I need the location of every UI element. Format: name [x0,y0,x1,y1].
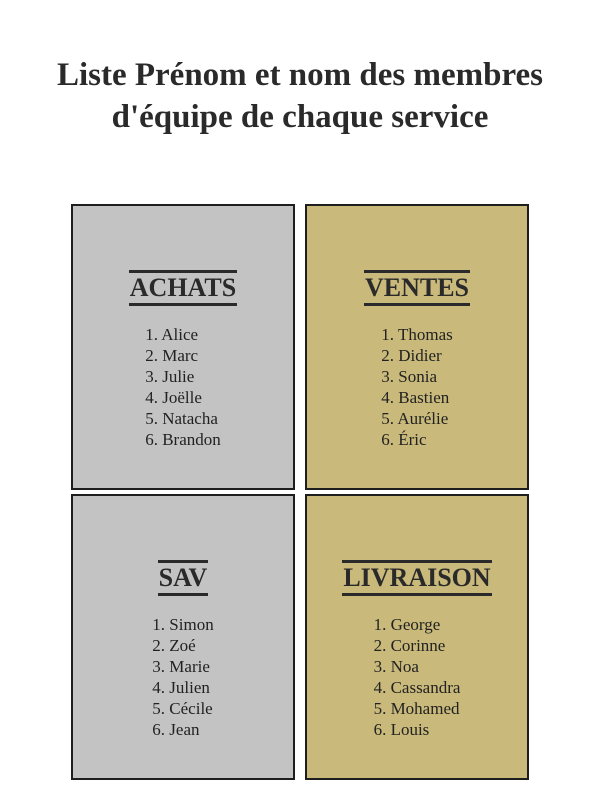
list-item: 4. Cassandra [373,678,461,697]
list-item: 1. Simon [152,615,214,634]
list-item: 1. Alice [145,325,199,344]
list-item: 3. Julie [145,367,195,386]
list-item: 6. Éric [381,430,427,449]
list-item: 4. Bastien [381,388,450,407]
list-item: 3. Sonia [381,367,437,386]
list-item: 1. George [373,615,441,634]
service-heading: LIVRAISON [342,560,492,596]
list-item: 5. Cécile [152,699,213,718]
list-item: 5. Mohamed [373,699,460,718]
service-card-ventes: VENTES 1. Thomas 2. Didier 3. Sonia 4. B… [305,204,529,490]
service-card-achats: ACHATS 1. Alice 2. Marc 3. Julie 4. Joël… [71,204,295,490]
member-list: 1. Simon 2. Zoé 3. Marie 4. Julien 5. Cé… [152,614,213,740]
list-item: 2. Didier [381,346,442,365]
list-item: 2. Corinne [373,636,446,655]
service-heading: ACHATS [128,270,238,306]
member-list: 1. Thomas 2. Didier 3. Sonia 4. Bastien … [381,324,452,450]
list-item: 6. Brandon [145,430,221,449]
service-heading: VENTES [363,270,471,306]
service-card-livraison: LIVRAISON 1. George 2. Corinne 3. Noa 4.… [305,494,529,780]
list-item: 6. Jean [152,720,200,739]
list-item: 6. Louis [373,720,430,739]
list-item: 3. Noa [373,657,419,676]
list-item: 2. Marc [145,346,199,365]
list-item: 4. Julien [152,678,210,697]
list-item: 3. Marie [152,657,210,676]
list-item: 4. Joëlle [145,388,202,407]
service-heading: SAV [157,560,209,596]
list-item: 1. Thomas [381,325,453,344]
service-card-sav: SAV 1. Simon 2. Zoé 3. Marie 4. Julien 5… [71,494,295,780]
member-list: 1. George 2. Corinne 3. Noa 4. Cassandra… [374,614,461,740]
list-item: 2. Zoé [152,636,196,655]
list-item: 5. Natacha [145,409,218,428]
list-item: 5. Aurélie [381,409,449,428]
page-title: Liste Prénom et nom des membres d'équipe… [56,57,544,135]
member-list: 1. Alice 2. Marc 3. Julie 4. Joëlle 5. N… [145,324,221,450]
